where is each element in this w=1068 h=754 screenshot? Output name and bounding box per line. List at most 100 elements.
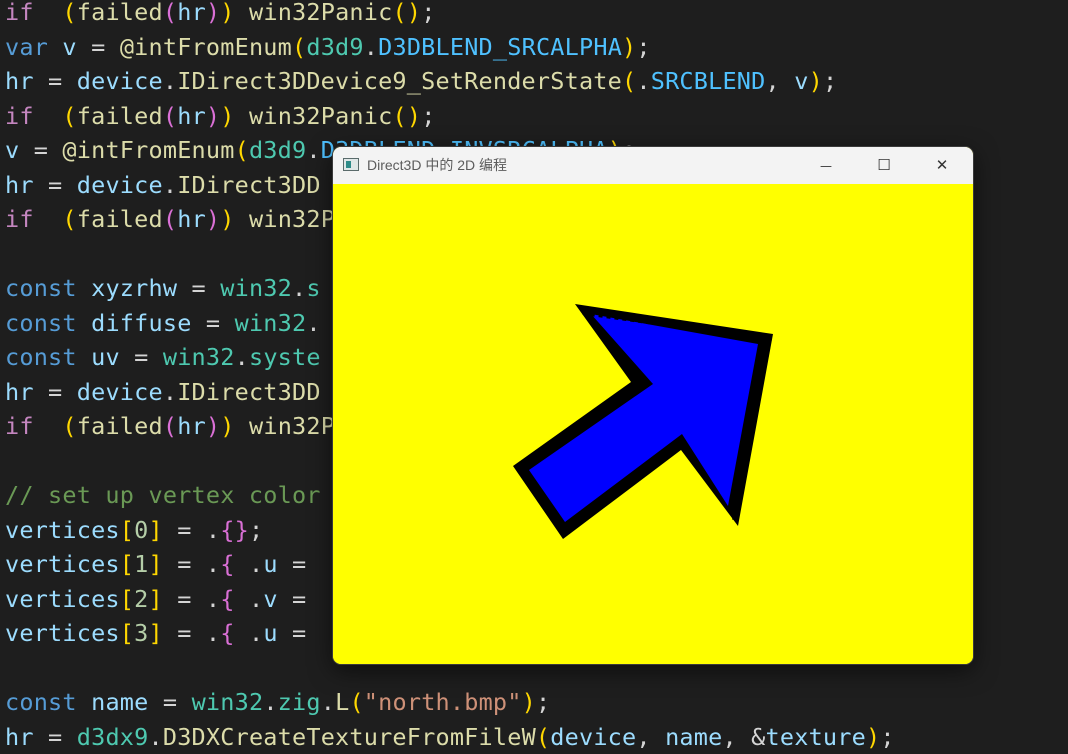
close-button[interactable]: ✕ — [913, 147, 971, 184]
code-token: device — [76, 67, 163, 95]
code-token: d3dx9 — [76, 722, 149, 751]
code-token: = — [33, 67, 77, 95]
code-token: , — [765, 67, 795, 95]
code-token: u — [263, 550, 278, 578]
code-token: ( — [392, 0, 407, 26]
code-token: hr — [5, 170, 34, 199]
code-token: . — [162, 377, 178, 406]
code-token: vertices — [5, 515, 120, 544]
close-icon: ✕ — [935, 156, 949, 174]
code-token: = — [33, 170, 77, 199]
code-token: var — [5, 32, 49, 61]
code-token: ) — [205, 412, 221, 440]
code-token: d3d9 — [306, 32, 364, 61]
code-token: ) — [220, 412, 235, 440]
app-icon — [343, 158, 359, 171]
code-token: device — [550, 722, 637, 751]
code-token: ; — [421, 0, 436, 26]
arrow-graphic — [513, 304, 773, 539]
code-token: . — [292, 274, 307, 302]
code-token: ; — [421, 101, 436, 130]
maximize-button[interactable]: ☐ — [855, 147, 913, 184]
code-token: if — [5, 412, 34, 440]
code-token: 0 — [134, 515, 149, 544]
code-token: ] — [148, 619, 163, 647]
code-token: d3d9 — [248, 136, 307, 164]
code-token: = — [148, 688, 192, 716]
window-titlebar[interactable]: Direct3D 中的 2D 编程 — ☐ ✕ — [333, 147, 973, 184]
code-token: = — [76, 32, 120, 61]
code-token: ( — [162, 101, 178, 130]
code-line: const name = win32.zig.L("north.bmp"); — [5, 685, 550, 719]
code-token: win32P — [249, 412, 336, 440]
code-token: failed — [76, 205, 163, 233]
code-line: vertices[0] = .{}; — [5, 513, 263, 547]
code-token: ) — [865, 722, 881, 751]
code-token: name — [665, 722, 723, 751]
code-token: ( — [622, 67, 637, 95]
code-token: v — [62, 32, 77, 61]
code-token: [ — [119, 619, 135, 647]
code-token: const — [5, 343, 77, 371]
maximize-icon: ☐ — [877, 156, 891, 174]
code-token: { — [220, 515, 235, 544]
code-token: ( — [234, 136, 249, 164]
code-token: [ — [119, 515, 135, 544]
code-token: ] — [148, 550, 163, 578]
code-token: v — [5, 136, 20, 164]
code-token: s — [306, 274, 321, 302]
code-token: { — [220, 619, 235, 647]
code-token: ) — [406, 101, 422, 130]
minimize-button[interactable]: — — [797, 147, 855, 184]
code-token: . — [263, 688, 278, 716]
code-token: D3DXCreateTextureFromFileW — [162, 722, 536, 751]
code-token: . — [234, 550, 264, 578]
code-token: . — [363, 32, 379, 61]
code-token: xyzrhw — [91, 274, 178, 302]
code-token: . — [234, 619, 264, 647]
code-token: [ — [119, 584, 135, 613]
code-token: = — [277, 619, 307, 647]
code-token: = — [33, 722, 77, 751]
code-token: const — [5, 688, 77, 716]
code-token: ) — [205, 101, 221, 130]
code-token: win32 — [162, 343, 235, 371]
code-token: failed — [76, 101, 163, 130]
code-line: hr = d3dx9.D3DXCreateTextureFromFileW(de… — [5, 720, 895, 754]
code-line: const diffuse = win32. — [5, 306, 321, 340]
code-token: ] — [148, 584, 163, 613]
code-token: , — [636, 722, 666, 751]
code-token: ) — [220, 0, 235, 26]
code-line: vertices[2] = .{ .v = — [5, 582, 306, 616]
code-token: 2 — [134, 584, 149, 613]
code-token: v — [263, 584, 278, 613]
code-token: ; — [822, 67, 838, 95]
code-token: const — [5, 308, 77, 337]
minimize-icon: — — [820, 159, 832, 173]
code-token: v — [794, 67, 809, 95]
code-token: . — [148, 722, 163, 751]
code-token: failed — [76, 412, 163, 440]
code-line: hr = device.IDirect3DD — [5, 168, 321, 202]
direct3d-window[interactable]: Direct3D 中的 2D 编程 — ☐ ✕ — [333, 147, 973, 664]
code-token: 1 — [134, 550, 149, 578]
code-token: . — [320, 688, 336, 716]
code-token: vertices — [5, 584, 120, 613]
code-token: // set up vertex color — [5, 481, 321, 509]
code-token: ) — [521, 688, 536, 716]
code-token: SRCBLEND — [650, 67, 766, 95]
code-line: const xyzrhw = win32.s — [5, 271, 321, 305]
code-token: = — [177, 274, 221, 302]
code-token: = — [19, 136, 63, 164]
code-token: vertices — [5, 550, 120, 578]
code-token: win32 — [220, 274, 292, 302]
code-token: IDirect3DD — [177, 377, 321, 406]
code-token: IDirect3DD — [177, 170, 321, 199]
code-token: ] — [148, 515, 163, 544]
